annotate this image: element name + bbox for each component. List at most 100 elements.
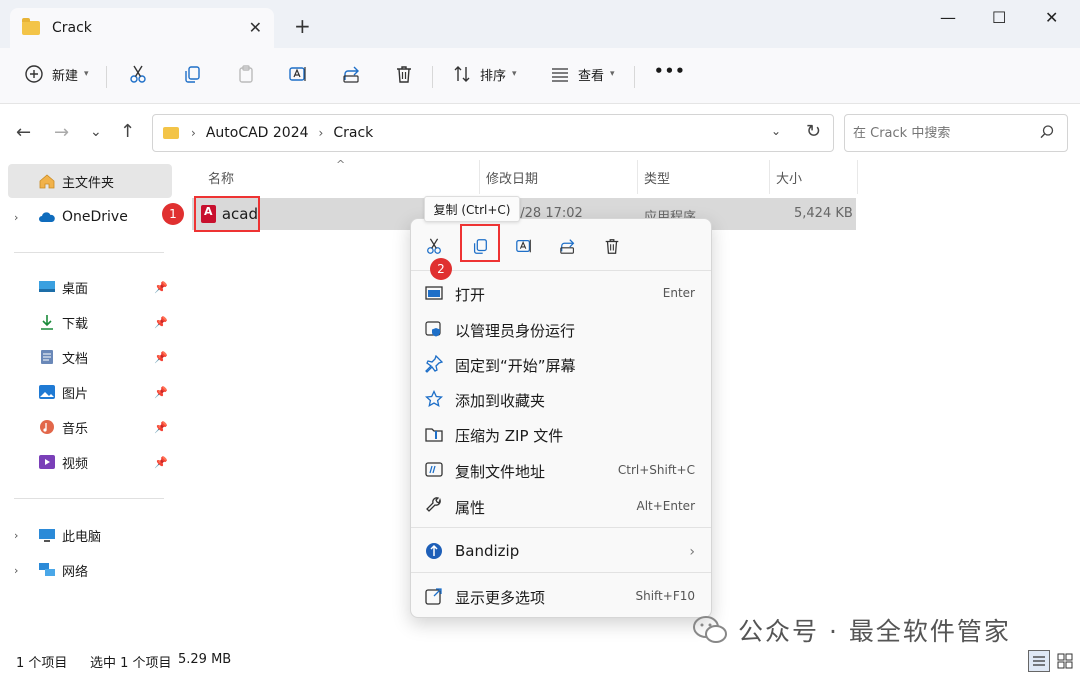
new-button[interactable]: 新建 ▾ xyxy=(24,64,89,84)
column-header-type[interactable]: 类型 xyxy=(636,160,770,194)
scissors-icon xyxy=(130,65,146,83)
ctx-delete-button[interactable] xyxy=(597,231,627,261)
sidebar-item-this-pc[interactable]: › 此电脑 xyxy=(8,518,172,552)
pin-icon[interactable]: 📌 xyxy=(154,456,168,469)
maximize-button[interactable]: ☐ xyxy=(992,8,1006,27)
sidebar-item-pictures[interactable]: 图片 📌 xyxy=(8,375,172,409)
expand-chevron-icon[interactable]: › xyxy=(14,529,18,542)
sort-button[interactable]: 排序 ▾ xyxy=(452,64,517,84)
desktop-icon xyxy=(39,281,55,292)
sidebar-item-label: 音乐 xyxy=(62,421,89,437)
search-input[interactable] xyxy=(853,125,1033,141)
cloud-icon xyxy=(39,212,55,222)
sort-icon xyxy=(454,66,470,82)
download-icon xyxy=(41,315,53,330)
step-badge-1: 1 xyxy=(162,203,184,225)
divider xyxy=(634,66,635,88)
up-arrow-icon[interactable]: ↑ xyxy=(120,121,135,142)
sidebar-item-music[interactable]: 音乐 📌 xyxy=(8,410,172,444)
search-icon[interactable] xyxy=(1039,124,1055,140)
close-window-button[interactable]: ✕ xyxy=(1045,8,1058,27)
pin-icon[interactable]: 📌 xyxy=(154,386,168,399)
title-bar: Crack ✕ + — ☐ ✕ xyxy=(0,0,1080,48)
address-dropdown-icon[interactable]: ⌄ xyxy=(771,124,781,138)
copy-button[interactable] xyxy=(182,64,202,84)
breadcrumb-autocad[interactable]: AutoCAD 2024 xyxy=(206,125,309,141)
divider xyxy=(14,252,164,253)
menu-item-show-more[interactable]: 显示更多选项 Shift+F10 xyxy=(411,580,711,612)
new-tab-button[interactable]: + xyxy=(294,14,311,38)
address-bar[interactable]: › AutoCAD 2024 › Crack ⌄ ↻ xyxy=(152,114,834,152)
tab-crack[interactable]: Crack ✕ xyxy=(10,8,274,48)
ctx-cut-button[interactable] xyxy=(419,231,449,261)
menu-item-run-as-admin[interactable]: 以管理员身份运行 xyxy=(411,313,711,345)
ctx-rename-button[interactable] xyxy=(509,231,539,261)
menu-item-properties[interactable]: 属性 Alt+Enter xyxy=(411,490,711,522)
menu-item-label: 打开 xyxy=(455,286,486,304)
menu-item-copy-path[interactable]: 复制文件地址 Ctrl+Shift+C xyxy=(411,454,711,486)
paste-button[interactable] xyxy=(236,64,256,84)
tiles-view-icon xyxy=(1057,653,1073,669)
tiles-view-button[interactable] xyxy=(1054,650,1076,672)
sidebar-item-label: 此电脑 xyxy=(62,529,102,545)
sidebar-item-videos[interactable]: 视频 📌 xyxy=(8,445,172,479)
rename-icon xyxy=(289,67,306,81)
back-arrow-icon[interactable]: ← xyxy=(16,122,31,143)
view-label: 查看 xyxy=(578,68,605,84)
sidebar-item-network[interactable]: › 网络 xyxy=(8,553,172,587)
delete-button[interactable] xyxy=(394,64,414,84)
breadcrumb-crack[interactable]: Crack xyxy=(333,125,373,141)
sidebar-item-onedrive[interactable]: › OneDrive xyxy=(8,200,172,234)
search-box[interactable] xyxy=(844,114,1068,152)
file-acad[interactable]: acad xyxy=(194,196,260,232)
pin-icon[interactable]: 📌 xyxy=(154,281,168,294)
menu-item-label: 显示更多选项 xyxy=(455,589,546,607)
menu-item-label: 复制文件地址 xyxy=(455,463,546,481)
expand-chevron-icon[interactable]: › xyxy=(14,564,18,577)
divider xyxy=(14,498,164,499)
share-icon xyxy=(560,239,575,254)
view-button[interactable]: 查看 ▾ xyxy=(550,64,615,84)
copy-highlight-box xyxy=(460,224,500,262)
menu-item-shortcut: Shift+F10 xyxy=(635,589,695,603)
rename-button[interactable] xyxy=(288,64,308,84)
chevron-right-icon: › xyxy=(689,544,695,560)
item-count: 1 个项目 xyxy=(16,656,68,671)
ctx-share-button[interactable] xyxy=(553,231,583,261)
navigation-pane: 主文件夹 › OneDrive 桌面 📌 下载 📌 文档 📌 图片 📌 音乐 📌… xyxy=(0,160,176,644)
sidebar-item-label: 网络 xyxy=(62,564,89,580)
autocad-icon xyxy=(201,205,216,223)
status-bar: 1 个项目 选中 1 个项目 5.29 MB xyxy=(0,644,1080,674)
refresh-icon[interactable]: ↻ xyxy=(806,121,821,142)
forward-arrow-icon[interactable]: → xyxy=(54,122,69,143)
sidebar-item-home[interactable]: 主文件夹 xyxy=(8,164,172,198)
sidebar-item-downloads[interactable]: 下载 📌 xyxy=(8,305,172,339)
rename-icon xyxy=(516,239,531,253)
share-button[interactable] xyxy=(342,64,362,84)
sidebar-item-label: OneDrive xyxy=(62,209,128,225)
pin-icon[interactable]: 📌 xyxy=(154,421,168,434)
view-list-icon xyxy=(552,68,568,82)
trash-icon xyxy=(605,239,619,254)
scissors-icon xyxy=(427,238,441,254)
menu-item-add-favorites[interactable]: 添加到收藏夹 xyxy=(411,383,711,415)
expand-chevron-icon[interactable]: › xyxy=(14,211,18,224)
share-icon xyxy=(343,66,359,83)
sidebar-item-documents[interactable]: 文档 📌 xyxy=(8,340,172,374)
pin-icon[interactable]: 📌 xyxy=(154,351,168,364)
more-options-button[interactable]: ••• xyxy=(654,62,686,80)
recent-chevron-icon[interactable]: ⌄ xyxy=(90,124,102,140)
menu-item-pin-start[interactable]: 固定到“开始”屏幕 xyxy=(411,348,711,380)
column-header-modified[interactable]: 修改日期 xyxy=(478,160,638,194)
details-view-button[interactable] xyxy=(1028,650,1050,672)
minimize-button[interactable]: — xyxy=(940,8,956,27)
sidebar-item-desktop[interactable]: 桌面 📌 xyxy=(8,270,172,304)
menu-item-open[interactable]: 打开 Enter xyxy=(411,277,711,309)
cut-button[interactable] xyxy=(128,64,148,84)
menu-item-bandizip[interactable]: Bandizip › xyxy=(411,535,711,567)
column-header-size[interactable]: 大小 xyxy=(768,160,858,194)
command-bar: 新建 ▾ 排序 ▾ 查看 ▾ ••• xyxy=(0,48,1080,104)
pin-icon[interactable]: 📌 xyxy=(154,316,168,329)
close-tab-icon[interactable]: ✕ xyxy=(249,18,262,37)
menu-item-compress-zip[interactable]: 压缩为 ZIP 文件 xyxy=(411,418,711,450)
